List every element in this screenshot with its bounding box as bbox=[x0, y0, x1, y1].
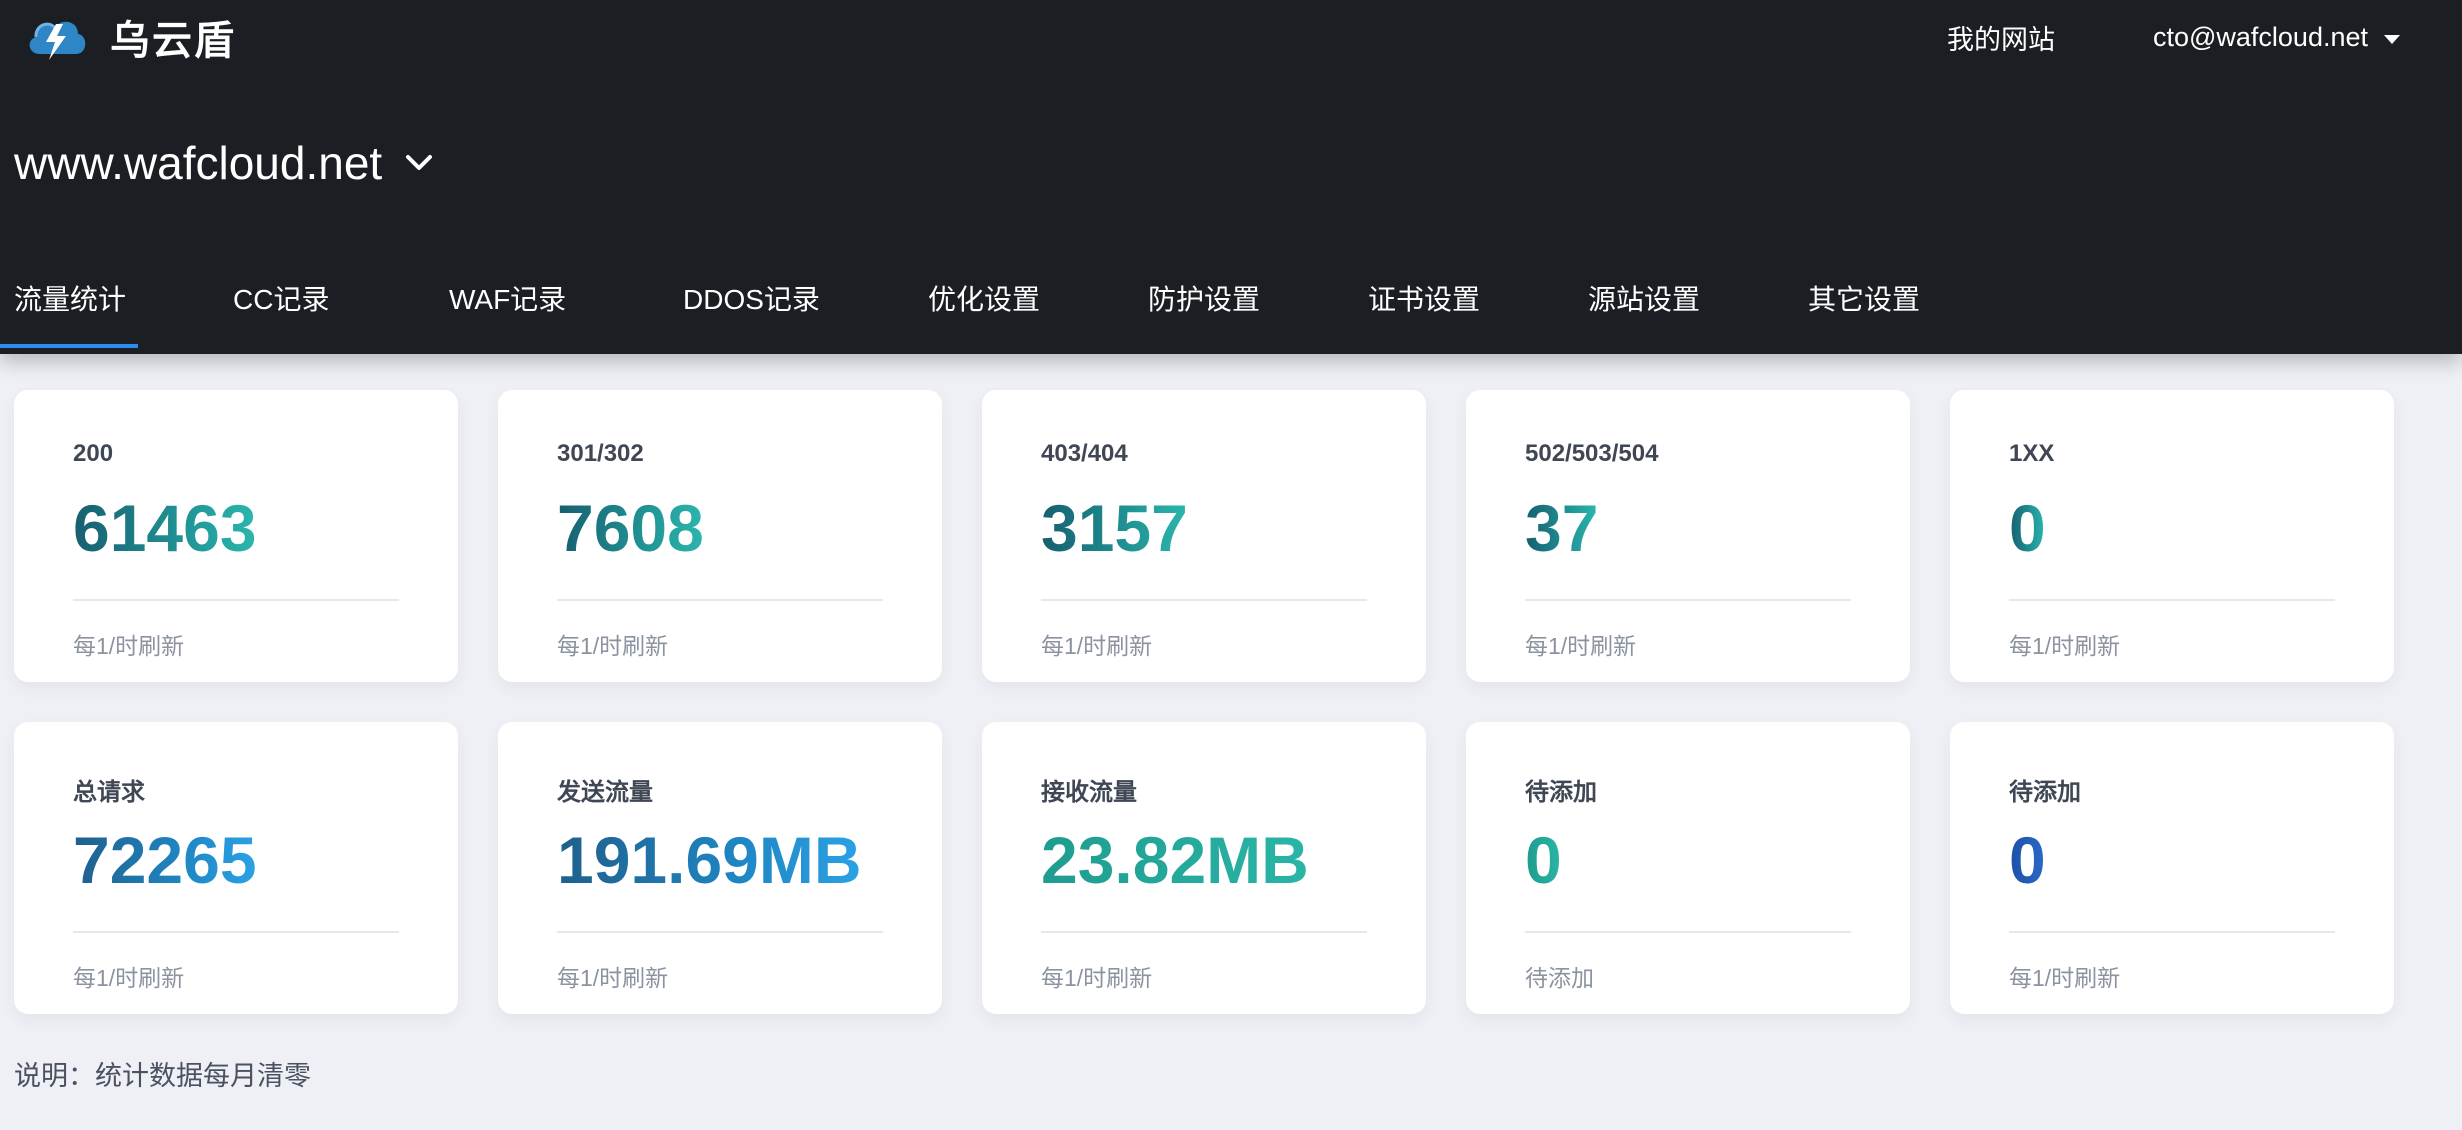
my-sites-link[interactable]: 我的网站 bbox=[1947, 18, 2055, 57]
stat-footer: 每1/时刷新 bbox=[1525, 633, 1637, 659]
card-divider bbox=[557, 599, 883, 601]
stat-card-total-requests: 总请求 72265 每1/时刷新 bbox=[14, 722, 458, 1014]
tab-other-settings[interactable]: 其它设置 bbox=[1794, 272, 2014, 348]
stat-footer: 每1/时刷新 bbox=[1041, 965, 1153, 991]
tab-certificate-settings[interactable]: 证书设置 bbox=[1354, 272, 1574, 348]
user-email: cto@wafcloud.net bbox=[2152, 22, 2368, 52]
card-divider bbox=[73, 599, 399, 601]
stat-card-1xx: 1XX 0 每1/时刷新 bbox=[1950, 390, 2394, 682]
stat-value: 0 bbox=[1525, 823, 1562, 897]
stat-label: 403/404 bbox=[1041, 440, 1128, 467]
tab-waf-records[interactable]: WAF记录 bbox=[435, 272, 669, 348]
chevron-down-icon bbox=[406, 155, 433, 170]
card-divider bbox=[73, 931, 399, 933]
stat-card-sent-traffic: 发送流量 191.69MB 每1/时刷新 bbox=[498, 722, 942, 1014]
caret-down-icon bbox=[2384, 35, 2400, 44]
card-divider bbox=[2009, 599, 2335, 601]
tab-ddos-records[interactable]: DDOS记录 bbox=[669, 272, 914, 348]
card-divider bbox=[1525, 931, 1851, 933]
stat-value: 7608 bbox=[557, 491, 704, 565]
stat-card-403-404: 403/404 3157 每1/时刷新 bbox=[982, 390, 1426, 682]
stat-label: 总请求 bbox=[73, 779, 145, 806]
stat-label: 200 bbox=[73, 440, 114, 467]
site-domain: www.wafcloud.net bbox=[14, 137, 383, 189]
stat-footer: 每1/时刷新 bbox=[73, 633, 185, 659]
user-menu[interactable]: cto@wafcloud.net bbox=[2153, 22, 2400, 53]
card-divider bbox=[1041, 599, 1367, 601]
stat-footer: 每1/时刷新 bbox=[557, 633, 669, 659]
tab-cc-records[interactable]: CC记录 bbox=[219, 272, 435, 348]
card-divider bbox=[2009, 931, 2335, 933]
stat-label: 发送流量 bbox=[557, 779, 653, 806]
stat-label: 301/302 bbox=[557, 440, 644, 467]
tab-optimization-settings[interactable]: 优化设置 bbox=[914, 272, 1134, 348]
stat-footer: 每1/时刷新 bbox=[73, 965, 185, 991]
stat-value: 61463 bbox=[73, 491, 257, 565]
logo[interactable]: 乌云盾 bbox=[22, 8, 236, 66]
stat-value: 191.69MB bbox=[557, 823, 862, 897]
stat-footer: 每1/时刷新 bbox=[1041, 633, 1153, 659]
top-header: 乌云盾 我的网站 cto@wafcloud.net www.wafcloud.n… bbox=[0, 0, 2462, 354]
stats-note: 说明：统计数据每月清零 bbox=[14, 1061, 311, 1091]
stat-value: 0 bbox=[2009, 823, 2046, 897]
stat-value: 3157 bbox=[1041, 491, 1188, 565]
stat-card-301-302: 301/302 7608 每1/时刷新 bbox=[498, 390, 942, 682]
stat-label: 1XX bbox=[2009, 440, 2055, 467]
top-nav: 我的网站 cto@wafcloud.net bbox=[1947, 18, 2400, 57]
stat-value: 23.82MB bbox=[1041, 823, 1309, 897]
tab-protection-settings[interactable]: 防护设置 bbox=[1134, 272, 1354, 348]
app-name: 乌云盾 bbox=[110, 19, 236, 63]
tab-traffic-stats[interactable]: 流量统计 bbox=[0, 272, 219, 348]
stat-card-502-503-504: 502/503/504 37 每1/时刷新 bbox=[1466, 390, 1910, 682]
stat-label: 502/503/504 bbox=[1525, 440, 1659, 467]
stat-footer: 待添加 bbox=[1525, 965, 1594, 991]
stat-card-pending-1: 待添加 0 待添加 bbox=[1466, 722, 1910, 1014]
card-divider bbox=[557, 931, 883, 933]
stat-card-received-traffic: 接收流量 23.82MB 每1/时刷新 bbox=[982, 722, 1426, 1014]
stat-value: 37 bbox=[1525, 491, 1599, 565]
tab-bar: 流量统计 CC记录 WAF记录 DDOS记录 优化设置 防护设置 证书设置 源站… bbox=[0, 272, 2014, 348]
site-selector[interactable]: www.wafcloud.net bbox=[14, 136, 434, 190]
stat-footer: 每1/时刷新 bbox=[2009, 633, 2121, 659]
card-divider bbox=[1525, 599, 1851, 601]
stat-card-200: 200 61463 每1/时刷新 bbox=[14, 390, 458, 682]
stat-footer: 每1/时刷新 bbox=[2009, 965, 2121, 991]
tab-origin-settings[interactable]: 源站设置 bbox=[1574, 272, 1794, 348]
stat-value: 72265 bbox=[73, 823, 257, 897]
cloud-lightning-icon bbox=[29, 21, 86, 60]
stat-label: 待添加 bbox=[2009, 779, 2081, 806]
stat-label: 待添加 bbox=[1525, 779, 1597, 806]
stat-value: 0 bbox=[2009, 491, 2046, 565]
card-divider bbox=[1041, 931, 1367, 933]
stat-footer: 每1/时刷新 bbox=[557, 965, 669, 991]
stat-label: 接收流量 bbox=[1041, 779, 1137, 806]
stat-card-pending-2: 待添加 0 每1/时刷新 bbox=[1950, 722, 2394, 1014]
